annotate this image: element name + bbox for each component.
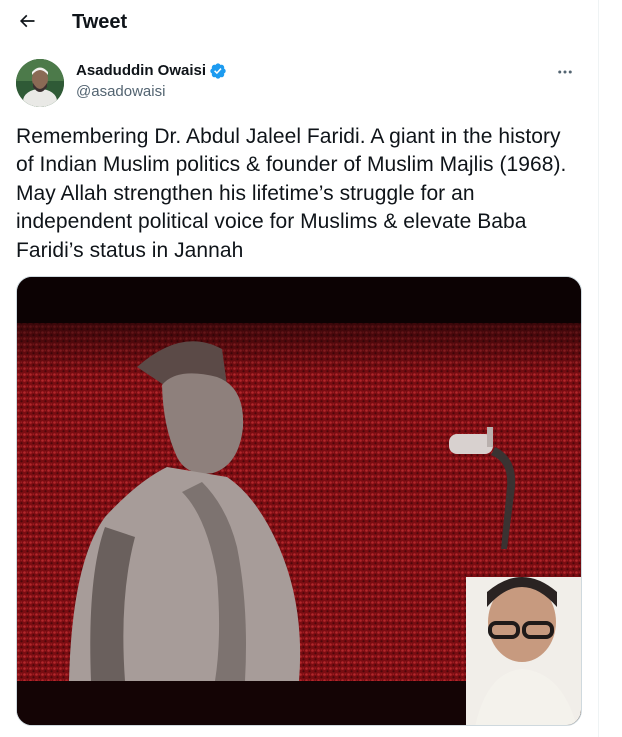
more-horizontal-icon [558, 70, 572, 74]
tweet-column: Tweet Asaduddin Owaisi @asadowaisi Remem… [0, 0, 598, 737]
name-line: Asaduddin Owaisi [76, 61, 227, 81]
display-name[interactable]: Asaduddin Owaisi [76, 61, 206, 81]
tweet-photo[interactable] [16, 276, 582, 726]
more-button[interactable] [548, 60, 582, 84]
tweet-text: Remembering Dr. Abdul Jaleel Faridi. A g… [16, 125, 567, 262]
back-button[interactable] [11, 5, 43, 37]
verified-badge-icon [210, 63, 226, 79]
user-handle[interactable]: @asadowaisi [76, 82, 165, 102]
column-divider [598, 0, 599, 737]
arrow-left-icon [19, 14, 35, 28]
page-title: Tweet [72, 11, 128, 33]
page-header: Tweet [0, 0, 598, 44]
tweet-author: Asaduddin Owaisi @asadowaisi [16, 56, 582, 108]
photo-image [17, 277, 581, 725]
avatar[interactable] [16, 59, 64, 107]
